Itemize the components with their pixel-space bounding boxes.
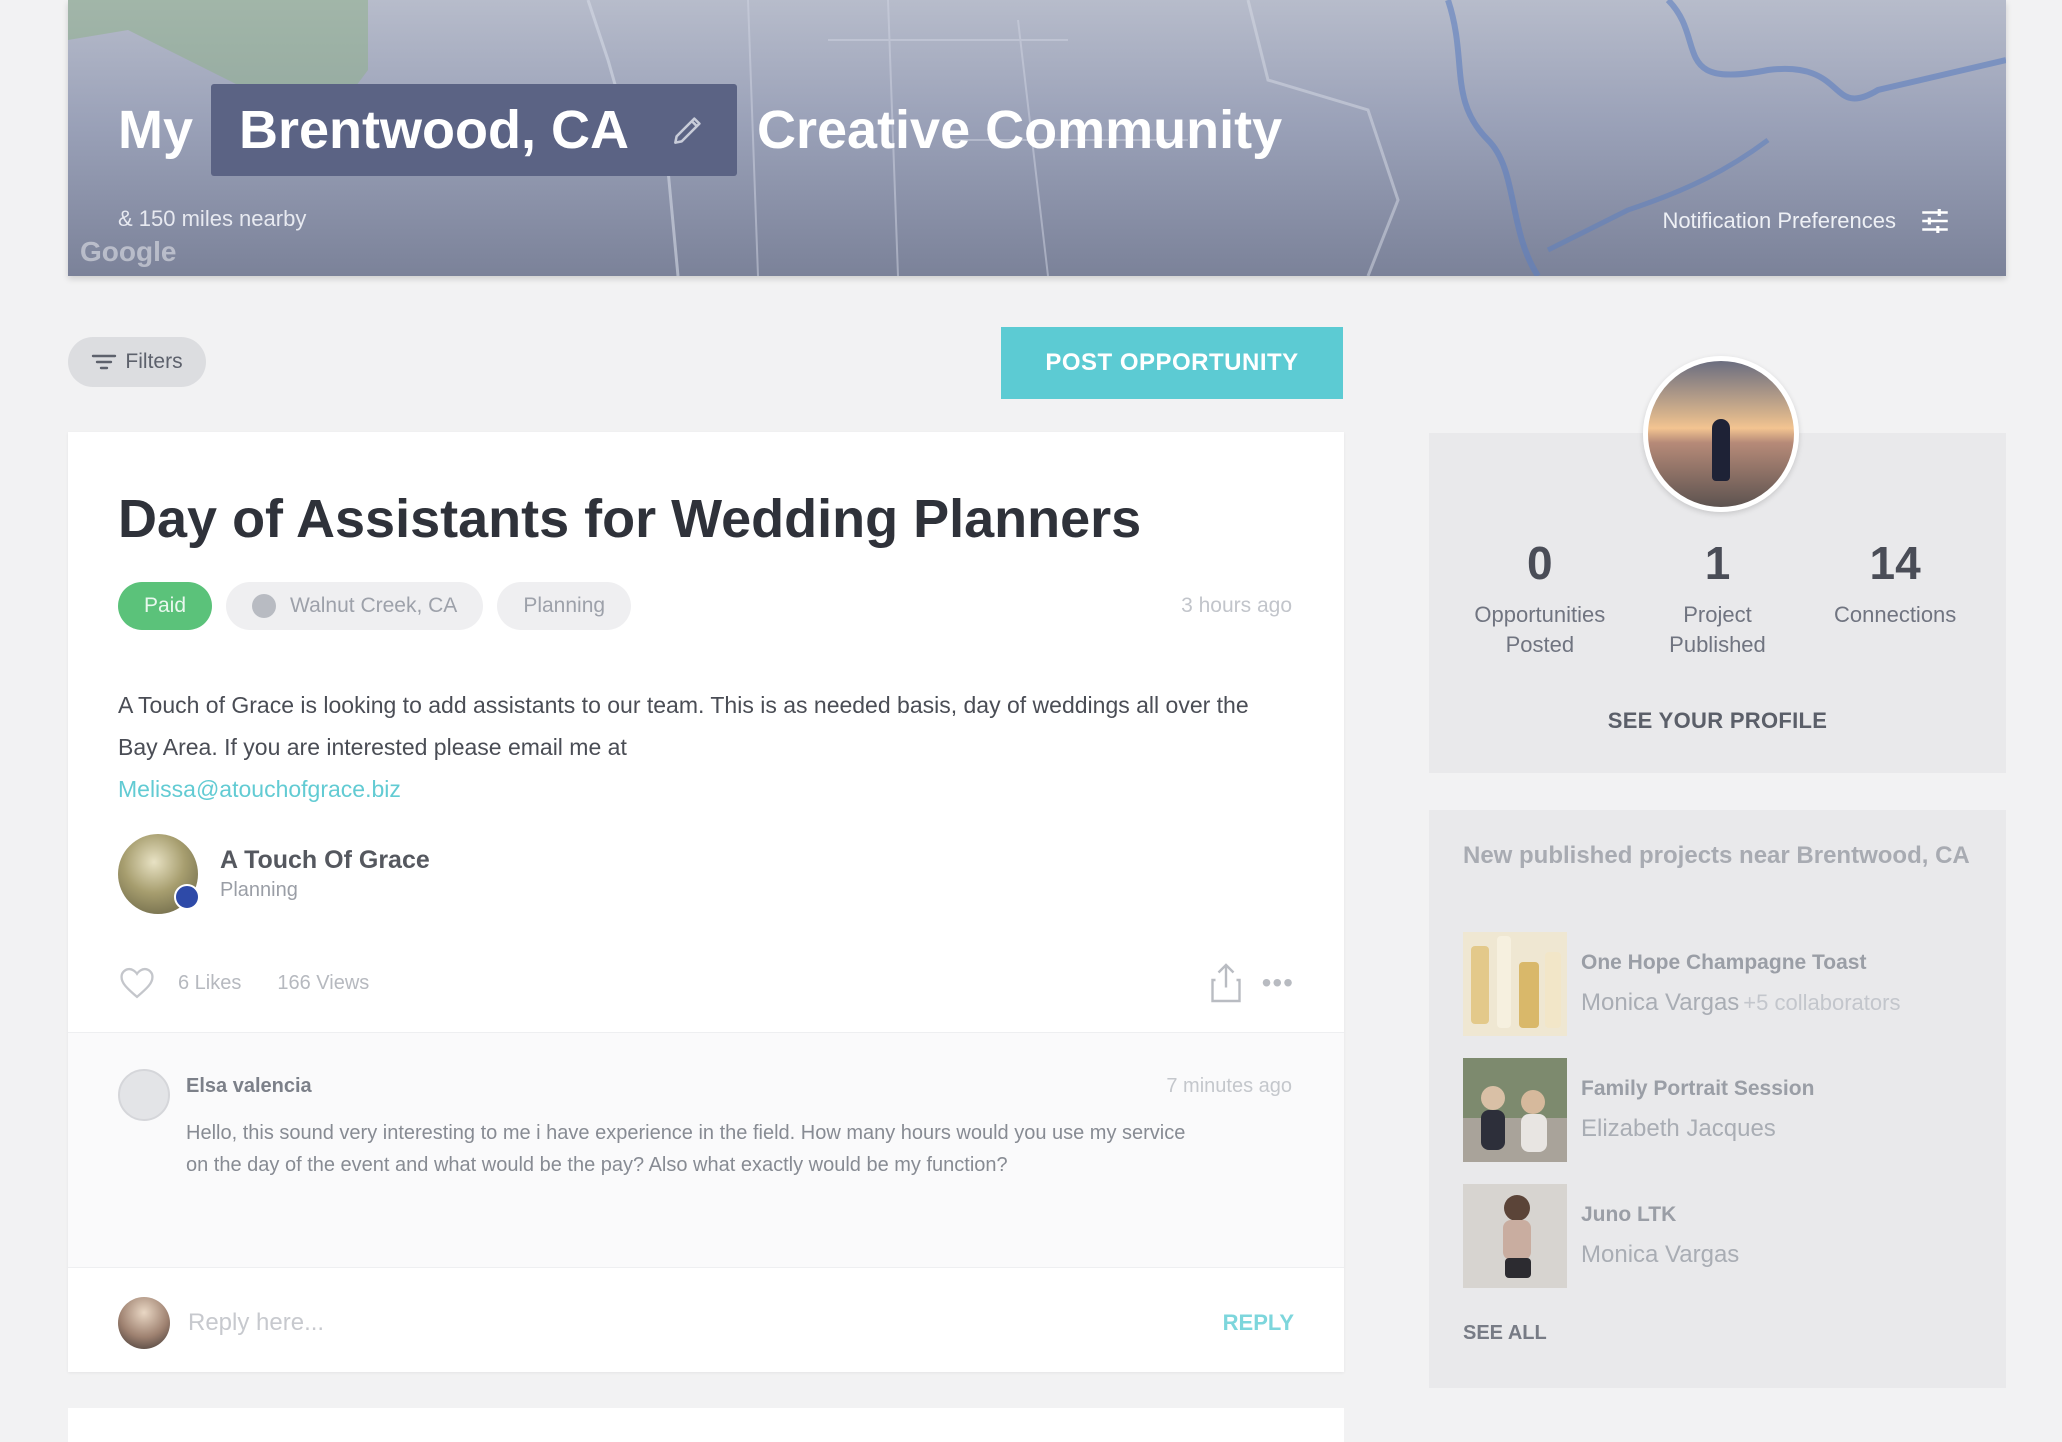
- globe-icon: [252, 594, 277, 618]
- category-tag[interactable]: Planning: [497, 582, 632, 630]
- location-tag[interactable]: Walnut Creek, CA: [226, 582, 484, 630]
- opportunity-card: Day of Assistants for Wedding Planners P…: [68, 432, 1344, 1372]
- reply-input[interactable]: [186, 1308, 1223, 1338]
- location-tag-label: Walnut Creek, CA: [290, 594, 458, 617]
- reply-button[interactable]: REPLY: [1223, 1310, 1294, 1336]
- description-text: A Touch of Grace is looking to add assis…: [118, 692, 1249, 760]
- project-thumbnail[interactable]: [1463, 1058, 1567, 1162]
- opportunity-title[interactable]: Day of Assistants for Wedding Planners: [118, 488, 1141, 550]
- profile-stats: 0 Opportunities Posted 1 Project Publish…: [1429, 540, 2006, 660]
- list-item[interactable]: One Hope Champagne Toast Monica Vargas +5…: [1463, 932, 1983, 1036]
- list-item[interactable]: Juno LTK Monica Vargas: [1463, 1184, 1983, 1288]
- contact-email-link[interactable]: Melissa@atouchofgrace.biz: [118, 768, 1268, 810]
- reply-composer: REPLY: [118, 1296, 1294, 1350]
- list-item[interactable]: Family Portrait Session Elizabeth Jacque…: [1463, 1058, 1983, 1162]
- author-category: Planning: [220, 879, 298, 901]
- filters-button[interactable]: Filters: [68, 337, 206, 387]
- comment-author[interactable]: Elsa valencia: [186, 1075, 312, 1098]
- author-name[interactable]: A Touch Of Grace: [220, 846, 430, 875]
- stat-value: 0: [1527, 537, 1553, 589]
- stat-value: 14: [1869, 537, 1921, 589]
- filter-icon: [92, 354, 117, 370]
- see-all-link[interactable]: SEE ALL: [1463, 1322, 1547, 1345]
- new-projects-heading: New published projects near Brentwood, C…: [1463, 842, 1970, 869]
- community-header: My Brentwood, CA Creative Community & 15…: [68, 0, 2006, 276]
- project-title[interactable]: Juno LTK: [1581, 1203, 1739, 1227]
- hero-title-suffix: Creative Community: [757, 100, 1283, 160]
- post-author[interactable]: A Touch Of Grace Planning: [118, 834, 430, 914]
- share-icon[interactable]: [1208, 962, 1244, 1004]
- post-opportunity-button[interactable]: POST OPPORTUNITY: [1001, 327, 1343, 399]
- pencil-icon[interactable]: [669, 111, 707, 149]
- stat-opportunities-posted[interactable]: 0 Opportunities Posted: [1455, 540, 1625, 660]
- see-your-profile-link[interactable]: SEE YOUR PROFILE: [1429, 708, 2006, 734]
- location-name: Brentwood, CA: [239, 100, 629, 160]
- views-count: 166 Views: [277, 971, 370, 994]
- more-options-icon[interactable]: •••: [1262, 967, 1294, 999]
- hero-title: My Brentwood, CA Creative Community: [118, 84, 1282, 176]
- project-author[interactable]: Monica Vargas: [1581, 989, 1739, 1016]
- project-collaborators: +5 collaborators: [1743, 990, 1901, 1015]
- engagement-row: 6 Likes 166 Views •••: [118, 962, 1294, 1004]
- next-opportunity-card: [68, 1408, 1344, 1442]
- avatar: [118, 1297, 170, 1349]
- notification-preferences-label: Notification Preferences: [1662, 208, 1896, 233]
- map-credit: Google: [80, 236, 177, 267]
- project-thumbnail[interactable]: [1463, 932, 1567, 1036]
- paid-tag[interactable]: Paid: [118, 582, 213, 630]
- stat-label: Connections: [1833, 602, 1957, 627]
- heart-icon[interactable]: [118, 966, 156, 1000]
- avatar[interactable]: [118, 834, 200, 914]
- stat-label: Project Published: [1669, 602, 1766, 657]
- avatar[interactable]: [1643, 356, 1799, 512]
- stat-connections[interactable]: 14 Connections: [1810, 540, 1980, 660]
- stat-value: 1: [1704, 537, 1731, 589]
- comment-text: Hello, this sound very interesting to me…: [186, 1122, 1186, 1176]
- sliders-icon[interactable]: [1918, 204, 1952, 238]
- opportunity-tags: Paid Walnut Creek, CA Planning: [118, 582, 645, 630]
- project-title[interactable]: One Hope Champagne Toast: [1581, 951, 1900, 975]
- filters-label: Filters: [125, 350, 183, 373]
- stat-project-published[interactable]: 1 Project Published: [1632, 540, 1802, 660]
- project-thumbnail[interactable]: [1463, 1184, 1567, 1288]
- post-timestamp: 3 hours ago: [1181, 594, 1292, 617]
- project-title[interactable]: Family Portrait Session: [1581, 1077, 1814, 1101]
- project-author[interactable]: Monica Vargas: [1581, 1241, 1739, 1268]
- verified-badge-icon: [174, 884, 200, 910]
- new-projects-panel: New published projects near Brentwood, C…: [1429, 810, 2006, 1388]
- location-selector[interactable]: Brentwood, CA: [211, 84, 737, 176]
- opportunity-description: A Touch of Grace is looking to add assis…: [118, 684, 1268, 810]
- radius-label: & 150 miles nearby: [118, 206, 307, 231]
- comment-timestamp: 7 minutes ago: [1166, 1075, 1292, 1097]
- avatar[interactable]: [118, 1069, 170, 1121]
- likes-count: 6 Likes: [178, 971, 242, 994]
- notification-preferences-link[interactable]: Notification Preferences: [1662, 204, 1952, 238]
- comment-item: Elsa valencia 7 minutes ago Hello, this …: [68, 1032, 1344, 1268]
- hero-title-prefix: My: [118, 100, 194, 160]
- stat-label: Opportunities Posted: [1474, 602, 1606, 657]
- project-author[interactable]: Elizabeth Jacques: [1581, 1115, 1776, 1142]
